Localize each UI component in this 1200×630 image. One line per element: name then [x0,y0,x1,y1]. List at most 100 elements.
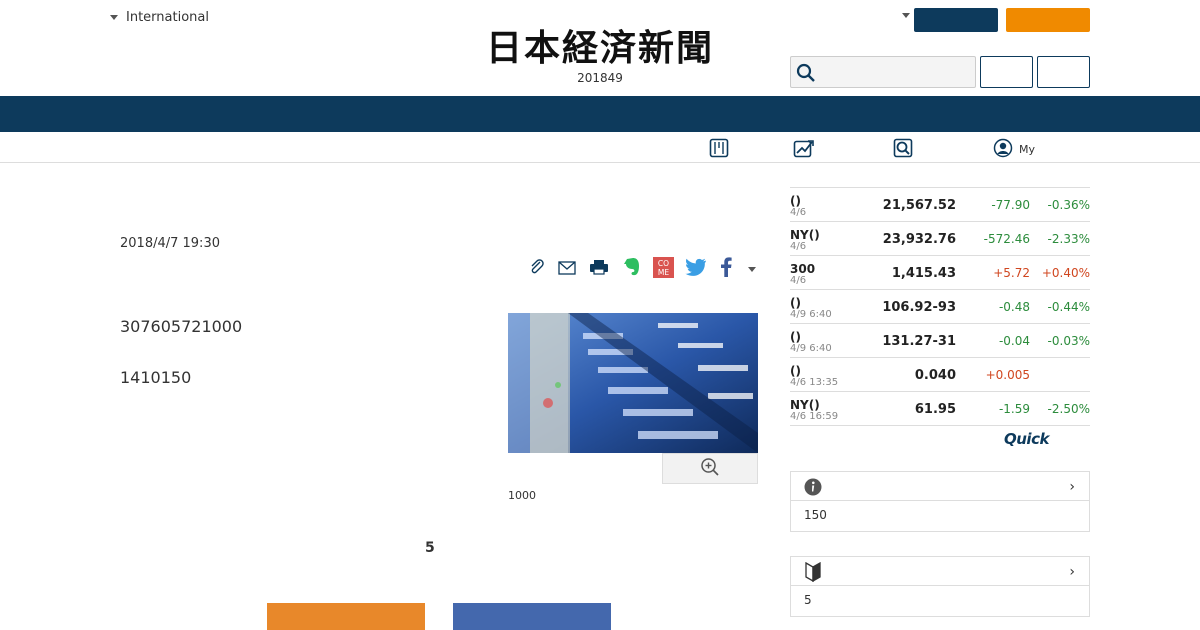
market-row[interactable]: NY() 4/6 23,932.76 -572.46 -2.33% [790,222,1090,256]
market-date: 4/9 6:40 [790,343,832,354]
info-card-header[interactable]: › [791,472,1089,501]
chevron-right-icon: › [1069,479,1075,495]
market-value: 21,567.52 [882,198,956,213]
market-row[interactable]: () 4/9 6:40 106.92-93 -0.48 -0.44% [790,290,1090,324]
subnav-paper[interactable] [709,138,729,161]
market-name: NY() [790,398,820,412]
market-name: () [790,296,801,310]
user-icon [993,138,1013,161]
beginner-card[interactable]: › 5 [790,556,1090,617]
market-row[interactable]: 300 4/6 1,415.43 +5.72 +0.40% [790,256,1090,290]
market-date: 4/6 [790,241,807,252]
chevron-right-icon: › [1069,564,1075,580]
market-date: 4/6 16:59 [790,411,839,422]
info-card-value: 150 [804,508,827,522]
market-date: 4/9 6:40 [790,309,832,320]
market-name: 300 [790,262,816,276]
magnifier-icon [893,138,913,161]
subscribe-button[interactable] [1006,8,1090,32]
market-name: () [790,364,801,378]
main-navigation [0,96,1200,132]
subnav-search[interactable] [893,138,913,161]
print-button[interactable] [589,258,609,280]
facebook-icon [720,257,732,281]
market-change: -0.48 [998,300,1030,314]
market-value: 0.040 [914,368,956,383]
clip-icon [529,259,545,279]
market-row[interactable]: NY() 4/6 16:59 61.95 -1.59 -2.50% [790,392,1090,426]
market-value: 23,932.76 [882,232,956,247]
info-icon [804,478,822,500]
header-button-2[interactable] [1037,56,1090,88]
mail-icon [558,260,576,279]
search-icon [796,63,816,87]
market-percent: -2.50% [1047,402,1090,416]
print-icon [589,259,609,279]
mail-button[interactable] [557,258,577,280]
twitter-button[interactable] [685,258,707,280]
clip-button[interactable] [528,258,546,280]
market-change: -77.90 [991,198,1030,212]
blue-button[interactable] [453,603,611,630]
photo-zoom-button[interactable] [662,453,758,484]
market-row[interactable]: () 4/9 6:40 131.27-31 -0.04 -0.03% [790,324,1090,358]
market-value: 106.92-93 [882,300,956,315]
market-name: () [790,330,801,344]
svg-text:ME: ME [658,268,669,277]
info-card[interactable]: › 150 [790,471,1090,532]
article-date: 2018/4/7 19:30 [120,236,220,251]
market-value: 131.27-31 [882,334,956,349]
evernote-icon [623,257,641,281]
edition-date: 201849 [577,71,623,85]
article-photo[interactable] [508,313,758,453]
market-percent: +0.40% [1041,266,1090,280]
orange-button[interactable] [267,603,425,630]
beginner-card-value: 5 [804,593,812,607]
market-data-table: () 4/6 21,567.52 -77.90 -0.36% NY() 4/6 … [790,187,1090,426]
international-label: International [126,10,209,25]
market-percent: -0.44% [1047,300,1090,314]
market-row[interactable]: () 4/6 13:35 0.040 +0.005 [790,358,1090,392]
market-name: () [790,194,801,208]
beginner-mark-icon [805,561,821,586]
come-button[interactable]: CO ME [653,256,674,282]
market-name: NY() [790,228,820,242]
market-row[interactable]: () 4/6 21,567.52 -77.90 -0.36% [790,188,1090,222]
newspaper-icon [709,138,729,161]
market-value: 1,415.43 [891,266,956,281]
market-date: 4/6 [790,275,807,286]
quick-logo[interactable]: Quick [1004,430,1049,448]
market-percent: -0.03% [1047,334,1090,348]
svg-text:CO: CO [658,259,669,268]
market-date: 4/6 [790,207,807,218]
caret-down-icon [748,266,756,272]
caret-down-icon [110,15,118,20]
market-change: -0.04 [998,334,1030,348]
facebook-button[interactable] [716,257,736,281]
market-percent: -0.36% [1047,198,1090,212]
login-button[interactable] [914,8,998,32]
chart-icon [793,138,815,161]
search-input[interactable] [790,56,976,88]
zoom-in-icon [700,457,720,481]
caret-down-icon[interactable] [902,13,910,18]
twitter-icon [685,258,707,280]
article-paragraph: 1410150 [120,368,192,387]
header-button-1[interactable] [980,56,1033,88]
evernote-button[interactable] [622,258,642,280]
international-switch[interactable]: International [110,10,209,25]
subnav-my[interactable]: My [993,138,1035,161]
photo-caption: 1000 [508,489,536,502]
subnav-markets[interactable] [793,138,815,161]
article-subhead: 5 [425,540,435,556]
site-logo[interactable]: 日本経済新聞 [452,26,748,70]
market-change: -572.46 [983,232,1030,246]
market-date: 4/6 13:35 [790,377,839,388]
market-percent: -2.33% [1047,232,1090,246]
share-more-button[interactable] [744,258,760,280]
market-change: +5.72 [993,266,1030,280]
market-value: 61.95 [914,402,956,417]
market-change: -1.59 [998,402,1030,416]
come-icon: CO ME [653,256,674,282]
beginner-card-header[interactable]: › [791,557,1089,586]
